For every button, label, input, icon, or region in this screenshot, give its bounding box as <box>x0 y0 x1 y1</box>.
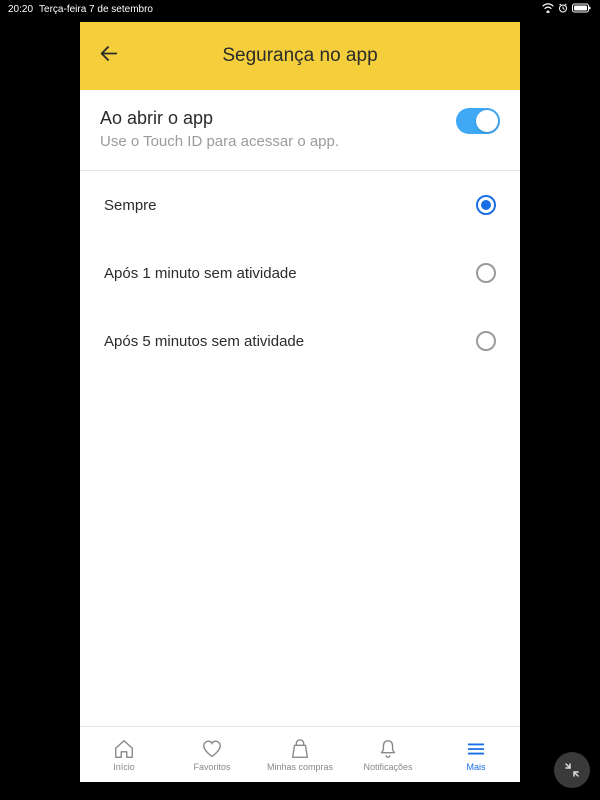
radio-unselected-icon <box>476 263 496 283</box>
page-title: Segurança no app <box>80 45 520 67</box>
option-label: Sempre <box>104 197 157 214</box>
app-header: Segurança no app <box>80 22 520 90</box>
alarm-icon <box>558 3 568 16</box>
arrow-left-icon <box>98 43 120 65</box>
nav-label: Favoritos <box>193 762 230 772</box>
back-button[interactable] <box>98 43 120 70</box>
section-title: Ao abrir o app <box>100 108 456 129</box>
option-label: Após 1 minuto sem atividade <box>104 265 297 282</box>
collapse-icon <box>564 762 580 778</box>
option-after-1-min[interactable]: Após 1 minuto sem atividade <box>80 239 520 307</box>
nav-label: Notificações <box>363 762 412 772</box>
nav-item-home[interactable]: Início <box>80 738 168 772</box>
section-description: Use o Touch ID para acessar o app. <box>100 133 456 150</box>
nav-item-purchases[interactable]: Minhas compras <box>256 738 344 772</box>
nav-item-notifications[interactable]: Notificações <box>344 738 432 772</box>
nav-label: Início <box>113 762 135 772</box>
nav-label: Minhas compras <box>267 762 333 772</box>
nav-item-more[interactable]: Mais <box>432 738 520 772</box>
app-frame: Segurança no app Ao abrir o app Use o To… <box>80 22 520 782</box>
status-bar: 20:20 Terça-feira 7 de setembro <box>0 0 600 18</box>
toggle-knob <box>476 110 498 132</box>
touch-id-section: Ao abrir o app Use o Touch ID para acess… <box>80 90 520 171</box>
status-date: Terça-feira 7 de setembro <box>39 4 153 15</box>
status-icons <box>542 3 592 16</box>
menu-icon <box>465 738 487 760</box>
bag-icon <box>289 738 311 760</box>
option-after-5-min[interactable]: Após 5 minutos sem atividade <box>80 307 520 375</box>
touch-id-toggle[interactable] <box>456 108 500 134</box>
wifi-icon <box>542 3 554 16</box>
option-always[interactable]: Sempre <box>80 171 520 239</box>
nav-item-favorites[interactable]: Favoritos <box>168 738 256 772</box>
battery-icon <box>572 3 592 16</box>
bottom-navigation: Início Favoritos Minhas compras Notifica… <box>80 726 520 782</box>
home-icon <box>113 738 135 760</box>
nav-label: Mais <box>466 762 485 772</box>
heart-icon <box>201 738 223 760</box>
option-label: Após 5 minutos sem atividade <box>104 333 304 350</box>
radio-unselected-icon <box>476 331 496 351</box>
content-area: Ao abrir o app Use o Touch ID para acess… <box>80 90 520 726</box>
status-time: 20:20 <box>8 4 33 15</box>
collapse-button[interactable] <box>554 752 590 788</box>
bell-icon <box>377 738 399 760</box>
radio-selected-icon <box>476 195 496 215</box>
